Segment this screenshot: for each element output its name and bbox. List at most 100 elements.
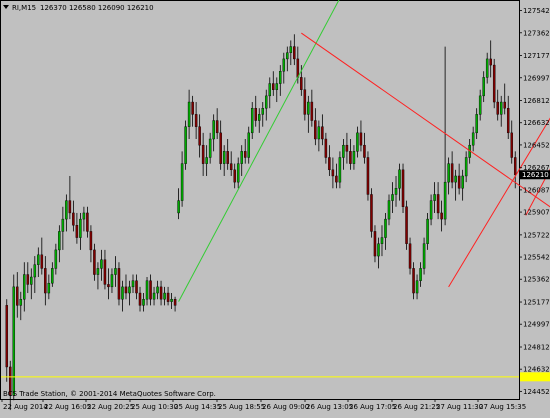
candle-body [23, 274, 26, 300]
candle-body [156, 286, 159, 294]
candle-body [107, 284, 110, 288]
candle-body [58, 231, 61, 251]
candle-body [173, 298, 177, 306]
candle-body [236, 163, 240, 183]
candle-body [89, 231, 93, 251]
candle-body [499, 101, 503, 115]
candle-body [373, 231, 377, 257]
candle-body [257, 114, 261, 121]
candle-body [30, 276, 33, 285]
candle-body [142, 298, 145, 306]
candle-body [37, 254, 40, 265]
copyright-text: BCS Trade Station, © 2001-2014 MetaQuote… [3, 390, 216, 398]
candle-body [128, 286, 131, 294]
candle-body [229, 163, 233, 171]
candle-body [289, 46, 293, 53]
candle-body [443, 181, 447, 220]
candle-body [317, 126, 321, 140]
candle-body [100, 259, 103, 269]
y-tick-label: 125177 [523, 299, 550, 307]
candle-body [461, 175, 464, 189]
candle-body [187, 101, 191, 127]
y-tick-label: 127362 [523, 29, 550, 37]
y-tick-label: 125362 [523, 276, 550, 284]
candle-body [307, 101, 310, 115]
x-tick-label: 25 Aug 14:35 [174, 403, 221, 411]
candle-body [342, 144, 345, 158]
candle-body [286, 52, 289, 60]
candle-body [265, 95, 268, 109]
candle-body [419, 268, 422, 281]
x-tick-label: 22 Aug 16:05 [44, 403, 91, 411]
candle-body [478, 95, 482, 115]
candle-body [138, 292, 142, 306]
candle-body [391, 194, 394, 201]
candle-body [114, 268, 117, 275]
candle-body [513, 157, 517, 175]
candle-body [212, 120, 215, 140]
candle-body [33, 264, 37, 278]
candle-body [233, 169, 236, 183]
candle-body [261, 108, 265, 115]
candle-body [166, 292, 170, 302]
candle-body [5, 305, 9, 368]
symbol-timeframe: RI,M15 [12, 4, 36, 12]
candle-body [370, 194, 373, 232]
candle-body [331, 169, 335, 177]
y-tick-label: 124452 [523, 388, 550, 396]
candle-body [152, 292, 156, 300]
candle-body [485, 58, 489, 78]
candle-body [345, 144, 349, 152]
candle-body [131, 280, 135, 288]
candle-body [163, 292, 166, 300]
candle-body [356, 132, 359, 152]
candle-body [226, 151, 229, 164]
candle-body [177, 200, 180, 214]
candle-body [426, 218, 429, 244]
candle-body [215, 120, 219, 134]
price-chart[interactable]: 127542 127362 127177 126997 126812 126632 1264… [0, 0, 550, 413]
y-tick-label: 125722 [523, 231, 550, 239]
candle-body [475, 114, 478, 134]
candle-body [440, 212, 443, 220]
candle-body [16, 286, 19, 306]
candle-body [170, 298, 173, 302]
candle-body [363, 144, 366, 158]
candle-body [510, 132, 513, 158]
x-tick-label: 25 Aug 10:30 [131, 403, 178, 411]
x-tick-label: 25 Aug 18:55 [218, 403, 265, 411]
candle-body [296, 58, 300, 78]
candle-body [194, 114, 198, 127]
candle-body [429, 200, 433, 220]
candle-body [359, 132, 363, 146]
candle-body [457, 175, 461, 189]
candle-body [75, 225, 79, 238]
candle-body [159, 286, 163, 300]
candle-body [219, 132, 222, 164]
candle-body [489, 58, 492, 66]
candle-body [503, 101, 506, 109]
candle-body [51, 268, 54, 284]
candle-body [201, 144, 205, 164]
candle-body [12, 286, 16, 396]
x-tick-label: 26 Aug 13:05 [306, 403, 353, 411]
candle-body [415, 280, 419, 294]
candle-body [328, 157, 331, 171]
candle-body [135, 280, 138, 294]
candle-body [47, 282, 51, 294]
candle-body [250, 108, 254, 134]
candle-body [149, 280, 152, 300]
candle-body [335, 175, 338, 183]
candle-body [68, 200, 72, 214]
y-tick-label: 126087 [523, 186, 550, 194]
candle-body [54, 249, 58, 269]
candle-body [506, 108, 510, 134]
y-tick-label: 126812 [523, 97, 550, 105]
candle-body [184, 126, 187, 164]
candle-body [79, 218, 82, 238]
chart-window[interactable]: 127542 127362 127177 126997 126812 126632 1264… [0, 0, 550, 413]
candle-body [303, 89, 307, 115]
x-tick-label: 26 Aug 17:05 [349, 403, 396, 411]
candle-body [282, 58, 286, 72]
candle-body [198, 126, 201, 146]
